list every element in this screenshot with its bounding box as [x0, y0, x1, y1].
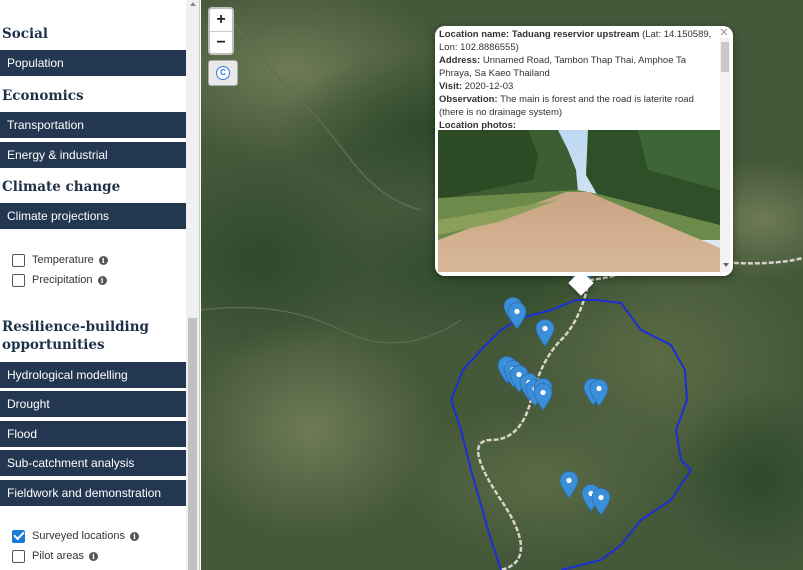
zoom-out-button[interactable]: − — [210, 31, 232, 53]
layer-toggle-pilot-areas[interactable]: Pilot areas i — [12, 548, 98, 564]
sidebar-scrollbar-thumb[interactable] — [188, 318, 197, 570]
precipitation-label: Precipitation — [32, 274, 93, 286]
nav-button-flood[interactable]: Flood — [0, 421, 186, 448]
section-heading-social: Social — [2, 26, 48, 42]
scroll-down-arrow-icon[interactable] — [723, 263, 729, 267]
satellite-map[interactable]: + − C Location name: Taduang reservior u… — [201, 0, 803, 570]
address-label: Address: — [439, 55, 481, 66]
popup-visit: Visit: 2020-12-03 — [438, 80, 720, 93]
layer-sidebar: Social Population Economics Transportati… — [0, 0, 200, 570]
reset-icon: C — [216, 66, 230, 80]
location-marker-icon[interactable] — [533, 383, 553, 411]
location-photo[interactable] — [438, 130, 720, 272]
location-photo-image — [438, 130, 720, 272]
popup-observation: Observation: The main is forest and the … — [438, 93, 720, 119]
info-icon[interactable]: i — [129, 531, 139, 541]
section-heading-resilience: Resilience-building opportunities — [2, 319, 149, 353]
temperature-label: Temperature — [32, 254, 94, 266]
nav-button-population[interactable]: Population — [0, 50, 186, 77]
surveyed-locations-checkbox[interactable] — [12, 529, 25, 543]
reset-view-button[interactable]: C — [208, 60, 238, 86]
nav-button-energy-industrial[interactable]: Energy & industrial — [0, 142, 186, 169]
location-name-value: Taduang reservior upstream — [511, 29, 640, 40]
section-heading-economics: Economics — [2, 88, 84, 104]
precipitation-checkbox[interactable] — [12, 273, 25, 287]
popup-content: Location name: Taduang reservior upstrea… — [438, 28, 720, 272]
nav-button-fieldwork-demonstration[interactable]: Fieldwork and demonstration sites — [0, 480, 186, 527]
popup-location-name: Location name: Taduang reservior upstrea… — [438, 28, 720, 54]
popup-scrollbar[interactable] — [720, 38, 730, 272]
nav-button-transportation[interactable]: Transportation — [0, 112, 186, 139]
location-marker-icon[interactable] — [559, 471, 579, 499]
location-name-label: Location name: — [439, 29, 510, 40]
section-heading-climate-change: Climate change — [2, 179, 121, 195]
nav-button-climate-projections[interactable]: Climate projections — [0, 203, 186, 230]
info-icon[interactable]: i — [88, 551, 98, 561]
location-marker-icon[interactable] — [589, 379, 609, 407]
close-popup-button[interactable]: ✕ — [718, 27, 730, 39]
popup-address: Address: Unnamed Road, Tambon Thap Thai,… — [438, 54, 720, 80]
location-popup: Location name: Taduang reservior upstrea… — [435, 26, 733, 296]
nav-button-drought[interactable]: Drought — [0, 391, 186, 418]
location-marker-icon[interactable] — [507, 302, 527, 330]
location-marker-icon[interactable] — [535, 319, 555, 347]
popup-scrollbar-thumb[interactable] — [721, 42, 729, 72]
pilot-areas-checkbox[interactable] — [12, 549, 25, 563]
pilot-areas-label: Pilot areas — [32, 550, 84, 562]
layer-toggle-temperature[interactable]: Temperature i — [12, 252, 108, 268]
zoom-control: + − — [208, 7, 234, 55]
temperature-checkbox[interactable] — [12, 253, 25, 267]
location-marker-icon[interactable] — [591, 488, 611, 516]
surveyed-locations-label: Surveyed locations — [32, 530, 125, 542]
layer-toggle-precipitation[interactable]: Precipitation i — [12, 272, 107, 288]
layer-toggle-surveyed-locations[interactable]: Surveyed locations i — [12, 528, 139, 544]
info-icon[interactable]: i — [97, 275, 107, 285]
zoom-in-button[interactable]: + — [210, 9, 232, 31]
visit-value: 2020-12-03 — [464, 81, 514, 92]
sidebar-content: Social Population Economics Transportati… — [0, 0, 186, 570]
visit-label: Visit: — [439, 81, 463, 92]
nav-button-hydrological-modelling[interactable]: Hydrological modelling — [0, 362, 186, 389]
scroll-up-arrow-icon[interactable] — [190, 2, 196, 6]
info-icon[interactable]: i — [98, 255, 108, 265]
observation-label: Observation: — [439, 94, 498, 105]
nav-button-sub-catchment-analysis[interactable]: Sub-catchment analysis — [0, 450, 186, 477]
